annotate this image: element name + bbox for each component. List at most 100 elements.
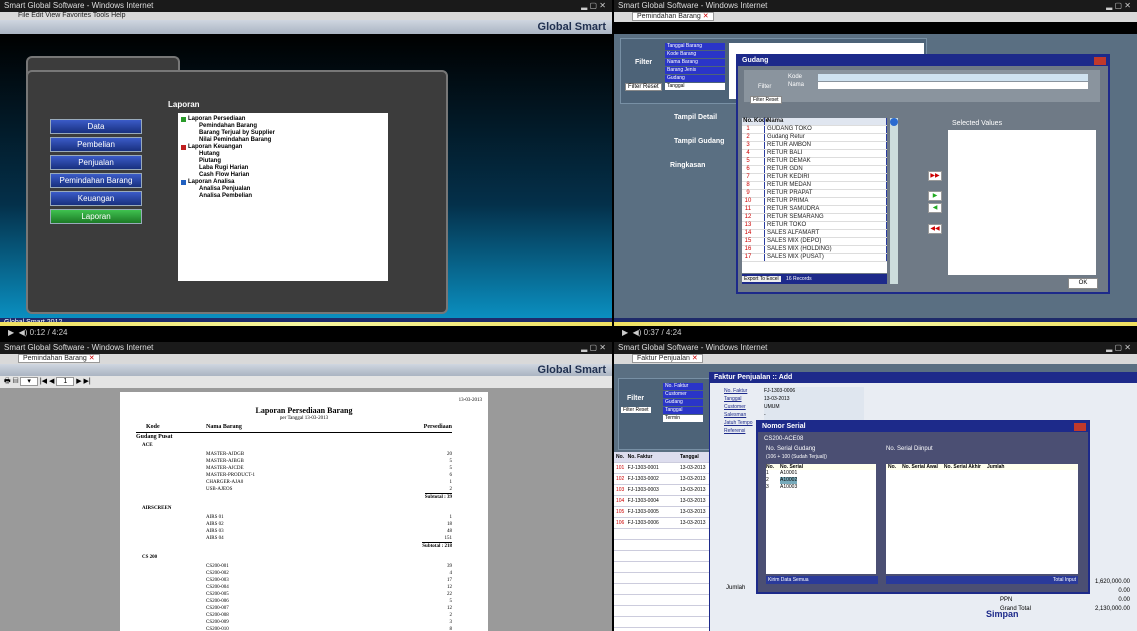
row-check[interactable] — [754, 214, 764, 221]
grid-row[interactable]: 14 SALES ALFAMART — [742, 230, 887, 238]
dialog-field-input[interactable] — [818, 74, 1088, 81]
list-row[interactable]: 106 FJ-1303-0006 13-03-2013 — [614, 518, 709, 529]
close-icon[interactable] — [1074, 423, 1086, 431]
grid-row[interactable]: 8 RETUR MEDAN — [742, 182, 887, 190]
grid-row[interactable]: 12 RETUR SEMARANG — [742, 214, 887, 222]
play-icon[interactable]: ▶ — [622, 328, 628, 337]
row-check[interactable] — [754, 158, 764, 165]
tab-faktur-penjualan[interactable]: Faktur Penjualan ✕ — [632, 354, 703, 363]
grid-row[interactable]: 7 RETUR KEDIRI — [742, 174, 887, 182]
dialog-field-input[interactable] — [818, 82, 1088, 89]
tree-item[interactable]: Nilai Pemindahan Barang — [181, 137, 385, 144]
grid-row[interactable]: 5 RETUR DEMAK — [742, 158, 887, 166]
grid-row[interactable]: 10 RETUR PRIMA — [742, 198, 887, 206]
window-controls[interactable]: ▂ ▢ ✕ — [581, 0, 606, 12]
list-row[interactable]: 101 FJ-1303-0001 13-03-2013 — [614, 463, 709, 474]
tree-item[interactable]: Pemindahan Barang — [181, 123, 385, 130]
close-icon[interactable] — [1094, 57, 1106, 65]
row-check[interactable] — [754, 126, 764, 133]
grid-row[interactable]: 15 SALES MIX (DEPO) — [742, 238, 887, 246]
grid-row[interactable]: 3 RETUR AMBON — [742, 142, 887, 150]
filter-option[interactable]: Barang Jenis — [665, 67, 725, 74]
faktur-list[interactable]: No. No. Faktur Tanggal 101 FJ-1303-0001 13… — [614, 452, 709, 631]
gudang-grid[interactable]: No. Kode Nama 1 GUDANG TOKO 2 Gudang Retur 3… — [742, 118, 887, 273]
row-check[interactable] — [754, 142, 764, 149]
selected-values-list[interactable] — [948, 130, 1096, 275]
filter-option[interactable]: Termin — [663, 415, 703, 422]
menu-button-penjualan[interactable]: Penjualan — [50, 155, 142, 170]
tab-pemindahan-barang[interactable]: Pemindahan Barang ✕ — [18, 354, 100, 363]
list-row[interactable]: 103 FJ-1303-0003 13-03-2013 — [614, 485, 709, 496]
grid-row[interactable]: 1 GUDANG TOKO — [742, 126, 887, 134]
serial-input-list[interactable]: No. No. Serial Awal No. Serial Akhir Jum… — [886, 464, 1078, 574]
close-tab-icon[interactable]: ✕ — [89, 355, 95, 362]
filter-reset-button[interactable]: Filter Reset — [625, 83, 662, 91]
filter-option[interactable]: Gudang — [665, 75, 725, 82]
export-icon[interactable]: ▤ — [13, 378, 19, 385]
volume-icon[interactable]: ◀) — [19, 328, 28, 337]
window-controls[interactable]: ▂ ▢ ✕ — [1106, 342, 1131, 354]
tree-group[interactable]: Laporan Analisa — [181, 179, 385, 186]
grid-row[interactable]: 4 RETUR BALI — [742, 150, 887, 158]
prev-page-icon[interactable]: ◀ — [49, 378, 54, 385]
list-row[interactable]: 104 FJ-1303-0004 13-03-2013 — [614, 496, 709, 507]
row-check[interactable] — [754, 198, 764, 205]
print-icon[interactable]: 🖶 — [4, 378, 11, 385]
next-page-icon[interactable]: ▶ — [76, 378, 81, 385]
menu-button-pemindahan-barang[interactable]: Pemindahan Barang — [50, 173, 142, 188]
tree-item[interactable]: Analisa Pembelian — [181, 193, 385, 200]
tab-pemindahan-barang[interactable]: Pemindahan Barang ✕ — [632, 12, 714, 21]
zoom-select[interactable]: ▾ — [20, 377, 38, 386]
grid-row[interactable]: 17 SALES MIX (PUSAT) — [742, 254, 887, 262]
serial-row[interactable]: 2 A10002 — [766, 477, 876, 484]
field-value[interactable]: UMUM — [764, 403, 864, 411]
menu-bar[interactable]: File Edit View Favorites Tools Help — [0, 12, 612, 20]
close-tab-icon[interactable]: ✕ — [692, 355, 698, 362]
move-right-icon[interactable]: ▶▶ — [928, 171, 942, 181]
tree-item[interactable]: Analisa Penjualan — [181, 186, 385, 193]
filter-option[interactable]: Gudang — [663, 399, 703, 406]
play-icon[interactable]: ▶ — [8, 328, 14, 337]
close-tab-icon[interactable]: ✕ — [703, 13, 709, 20]
remove-icon[interactable]: ◀ — [928, 203, 942, 213]
row-check[interactable] — [754, 150, 764, 157]
tree-item[interactable]: Piutang — [181, 158, 385, 165]
serial-row[interactable]: 3 A10003 — [766, 484, 876, 491]
tree-item[interactable]: Barang Terjual by Supplier — [181, 130, 385, 137]
row-check[interactable] — [754, 254, 764, 261]
filter-option[interactable]: Tanggal — [663, 407, 703, 414]
row-check[interactable] — [754, 230, 764, 237]
row-check[interactable] — [754, 134, 764, 141]
report-tree[interactable]: Laporan Persediaan Pemindahan Barang Baran… — [178, 113, 388, 281]
serial-gudang-list[interactable]: No. No. Serial 1 A10001 2 A10002 3 A10003 — [766, 464, 876, 574]
video-player-bar[interactable]: ▶ ◀) 0:37 / 4:24 — [614, 326, 1137, 340]
window-controls[interactable]: ▂ ▢ ✕ — [581, 342, 606, 354]
menu-button-data[interactable]: Data — [50, 119, 142, 134]
menu-button-keuangan[interactable]: Keuangan — [50, 191, 142, 206]
menu-button-pembelian[interactable]: Pembelian — [50, 137, 142, 152]
dialog-filter-reset-button[interactable]: Filter Reset — [750, 96, 782, 104]
serial-row[interactable]: 1 A10001 — [766, 470, 876, 477]
filter-option[interactable]: No. Faktur — [663, 383, 703, 390]
filter-option[interactable]: Tanggal Barang — [665, 43, 725, 50]
grid-row[interactable]: 16 SALES MIX (HOLDING) — [742, 246, 887, 254]
filter-option[interactable]: Tanggal — [665, 83, 725, 90]
grid-row[interactable]: 13 RETUR TOKO — [742, 222, 887, 230]
menu-button-laporan[interactable]: Laporan — [50, 209, 142, 224]
grid-scrollbar[interactable] — [890, 118, 898, 284]
field-value[interactable]: FJ-1303-0006 — [764, 387, 864, 395]
tree-item[interactable]: Laba Rugi Harian — [181, 165, 385, 172]
row-check[interactable] — [754, 206, 764, 213]
field-value[interactable]: 13-03-2013 — [764, 395, 864, 403]
first-page-icon[interactable]: |◀ — [40, 378, 47, 385]
row-check[interactable] — [754, 222, 764, 229]
tree-item[interactable]: Hutang — [181, 151, 385, 158]
volume-icon[interactable]: ◀) — [633, 328, 642, 337]
row-check[interactable] — [754, 246, 764, 253]
row-check[interactable] — [754, 182, 764, 189]
list-row[interactable]: 102 FJ-1303-0002 13-03-2013 — [614, 474, 709, 485]
move-left-icon[interactable]: ◀◀ — [928, 224, 942, 234]
grid-row[interactable]: 2 Gudang Retur — [742, 134, 887, 142]
tree-group[interactable]: Laporan Persediaan — [181, 116, 385, 123]
tree-item[interactable]: Cash Flow Harian — [181, 172, 385, 179]
